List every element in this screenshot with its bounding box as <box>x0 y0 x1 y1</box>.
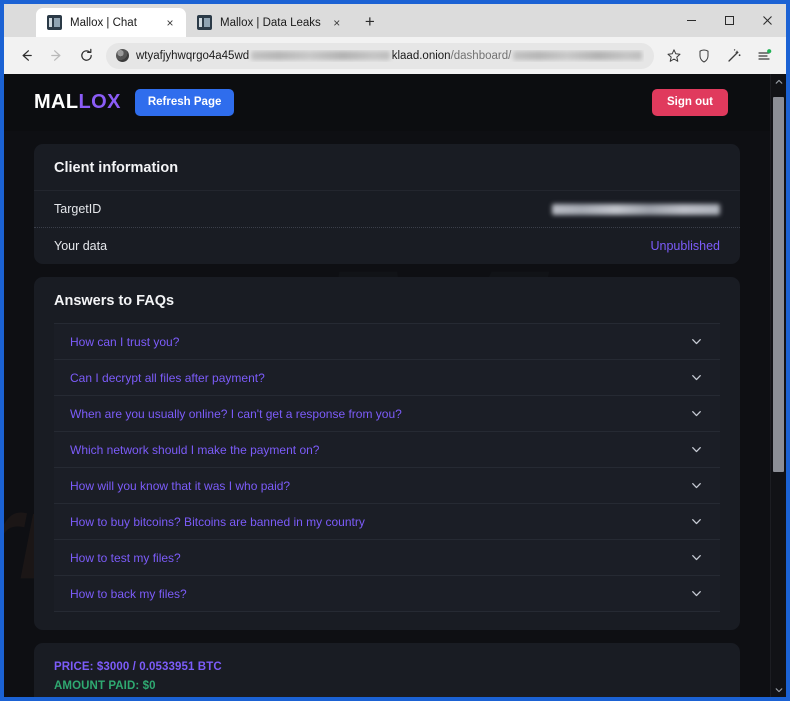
faq-item[interactable]: Which network should I make the payment … <box>54 432 720 468</box>
your-data-row: Your data Unpublished <box>34 227 740 264</box>
scrollbar-track[interactable] <box>771 89 786 682</box>
payment-card-body: PRICE: $3000 / 0.0533951 BTC AMOUNT PAID… <box>34 643 740 697</box>
forward-icon[interactable] <box>41 42 71 70</box>
chevron-down-icon[interactable] <box>689 442 704 457</box>
tab-close-icon[interactable]: × <box>162 15 178 31</box>
mallox-favicon-icon <box>197 15 212 30</box>
your-data-status[interactable]: Unpublished <box>651 239 721 253</box>
faq-question: How will you know that it was I who paid… <box>70 478 291 493</box>
faq-item[interactable]: How will you know that it was I who paid… <box>54 468 720 504</box>
chevron-down-icon[interactable] <box>689 514 704 529</box>
url-path: /dashboard/ <box>450 49 512 62</box>
faq-question: How to test my files? <box>70 550 181 565</box>
tab-title: Mallox | Data Leaks <box>220 16 321 29</box>
faq-question: Can I decrypt all files after payment? <box>70 370 265 385</box>
window-controls <box>672 4 786 37</box>
back-icon[interactable] <box>11 42 41 70</box>
target-id-row: TargetID <box>34 191 740 227</box>
toolbar-icons <box>659 42 779 70</box>
reload-icon[interactable] <box>71 42 101 70</box>
target-id-label: TargetID <box>54 202 102 216</box>
browser-menu-icon[interactable] <box>749 42 779 70</box>
navigation-toolbar: wtyafjyhwqrgo4a45wd klaad.onion/dashboard… <box>4 37 786 74</box>
sign-out-button[interactable]: Sign out <box>652 88 728 117</box>
logo-part-2: LOX <box>78 91 121 113</box>
chevron-down-icon[interactable] <box>689 586 704 601</box>
refresh-page-button[interactable]: Refresh Page <box>134 88 235 117</box>
url-prefix: wtyafjyhwqrgo4a45wd <box>136 49 250 62</box>
url-redacted-2 <box>513 51 642 60</box>
browser-chrome: Mallox | Chat × Mallox | Data Leaks × + <box>4 4 786 697</box>
shield-icon[interactable] <box>689 42 719 70</box>
bookmark-star-icon[interactable] <box>659 42 689 70</box>
faq-title: Answers to FAQs <box>54 293 175 309</box>
web-page: M risk.com MALLOX Refresh Page Sign out <box>4 74 770 697</box>
faq-item[interactable]: How to back my files? <box>54 576 720 612</box>
faq-question: How to back my files? <box>70 586 187 601</box>
faq-question: Which network should I make the payment … <box>70 442 320 457</box>
url-redacted-1 <box>251 51 390 60</box>
faq-list: How can I trust you? Can I decrypt all f… <box>34 323 740 630</box>
logo-part-1: MAL <box>34 91 79 113</box>
scrollbar-thumb[interactable] <box>773 97 784 472</box>
browser-window: Mallox | Chat × Mallox | Data Leaks × + <box>0 0 790 701</box>
tab-title: Mallox | Chat <box>70 16 137 29</box>
tab-mallox-chat[interactable]: Mallox | Chat × <box>36 8 186 37</box>
chevron-down-icon[interactable] <box>689 478 704 493</box>
client-information-card: Client information TargetID Your data Un… <box>34 144 740 264</box>
faq-question: How to buy bitcoins? Bitcoins are banned… <box>70 514 365 529</box>
tab-strip: Mallox | Chat × Mallox | Data Leaks × + <box>4 4 786 37</box>
chevron-down-icon[interactable] <box>689 406 704 421</box>
faq-item[interactable]: How to buy bitcoins? Bitcoins are banned… <box>54 504 720 540</box>
chevron-down-icon[interactable] <box>689 550 704 565</box>
mallox-favicon-icon <box>47 15 62 30</box>
chevron-down-icon[interactable] <box>689 370 704 385</box>
site-header: MALLOX Refresh Page Sign out <box>4 74 770 131</box>
faq-item[interactable]: When are you usually online? I can't get… <box>54 396 720 432</box>
scroll-down-button[interactable] <box>771 682 786 697</box>
your-data-label: Your data <box>54 239 108 253</box>
last-transaction-line: LAST TRANSACTION: N/A <box>54 695 720 697</box>
tab-mallox-data-leaks[interactable]: Mallox | Data Leaks × <box>186 8 353 37</box>
maximize-button[interactable] <box>710 4 748 37</box>
price-line: PRICE: $3000 / 0.0533951 BTC <box>54 661 222 673</box>
faq-item[interactable]: How to test my files? <box>54 540 720 576</box>
faq-item[interactable]: Can I decrypt all files after payment? <box>54 360 720 396</box>
page-scrollbar[interactable] <box>770 74 786 697</box>
tab-close-icon[interactable]: × <box>329 15 345 31</box>
address-bar[interactable]: wtyafjyhwqrgo4a45wd klaad.onion/dashboard… <box>106 42 654 69</box>
site-logo: MALLOX <box>34 91 121 114</box>
amount-paid-line: AMOUNT PAID: $0 <box>54 679 156 692</box>
minimize-button[interactable] <box>672 4 710 37</box>
client-information-title: Client information <box>34 144 740 191</box>
page-content: Client information TargetID Your data Un… <box>4 131 770 697</box>
faq-card: Answers to FAQs How can I trust you? Can… <box>34 277 740 630</box>
url-host-tail: klaad.onion <box>391 49 451 62</box>
page-viewport: M risk.com MALLOX Refresh Page Sign out <box>4 74 786 697</box>
faq-question: How can I trust you? <box>70 334 180 349</box>
faq-item[interactable]: How can I trust you? <box>54 323 720 360</box>
cleanup-wand-icon[interactable] <box>719 42 749 70</box>
new-tab-button[interactable]: + <box>357 9 383 35</box>
chevron-down-icon[interactable] <box>689 334 704 349</box>
faq-question: When are you usually online? I can't get… <box>70 406 402 421</box>
scroll-up-button[interactable] <box>771 74 786 89</box>
window-close-button[interactable] <box>748 4 786 37</box>
target-id-value-redacted <box>552 203 720 215</box>
payment-card: PRICE: $3000 / 0.0533951 BTC AMOUNT PAID… <box>34 643 740 697</box>
url-text: wtyafjyhwqrgo4a45wd klaad.onion/dashboard… <box>136 50 644 62</box>
onion-site-icon <box>116 49 129 62</box>
